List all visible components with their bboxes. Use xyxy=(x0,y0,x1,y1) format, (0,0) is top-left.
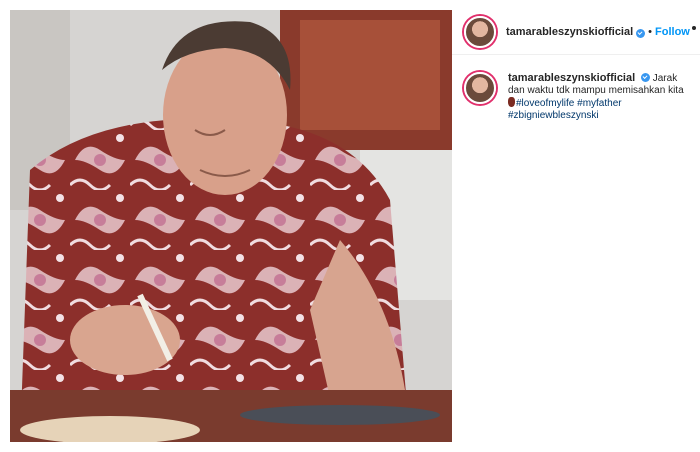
author-avatar[interactable] xyxy=(464,16,496,48)
hashtag-link[interactable]: #loveofmylife xyxy=(516,98,574,109)
heart-emoji-icon xyxy=(508,97,515,107)
caption-text: tamarableszynskiofficial Jarak dan waktu… xyxy=(508,72,696,122)
caption-username[interactable]: tamarableszynskiofficial xyxy=(508,72,635,84)
photo-illustration xyxy=(10,10,452,442)
post-side-panel: tamarableszynskiofficial • Follow tamara… xyxy=(452,10,700,442)
instagram-post-embed: tamarableszynskiofficial • Follow tamara… xyxy=(0,0,700,452)
verified-badge-icon xyxy=(640,73,650,82)
post-photo[interactable] xyxy=(10,10,452,442)
caption-avatar[interactable] xyxy=(464,72,496,104)
more-options-icon[interactable] xyxy=(692,26,696,30)
follow-button[interactable]: Follow xyxy=(655,26,690,38)
separator-dot: • xyxy=(648,26,653,38)
author-username[interactable]: tamarableszynskiofficial xyxy=(506,26,633,38)
post-header: tamarableszynskiofficial • Follow xyxy=(452,10,700,55)
verified-badge-icon xyxy=(636,28,646,38)
hashtag-link[interactable]: #myfather xyxy=(577,98,621,109)
post-caption: tamarableszynskiofficial Jarak dan waktu… xyxy=(464,72,696,122)
hashtag-link[interactable]: #zbigniewbleszynski xyxy=(508,110,599,121)
caption-line2: waktu tdk mampu memisahkan kita xyxy=(527,85,684,96)
